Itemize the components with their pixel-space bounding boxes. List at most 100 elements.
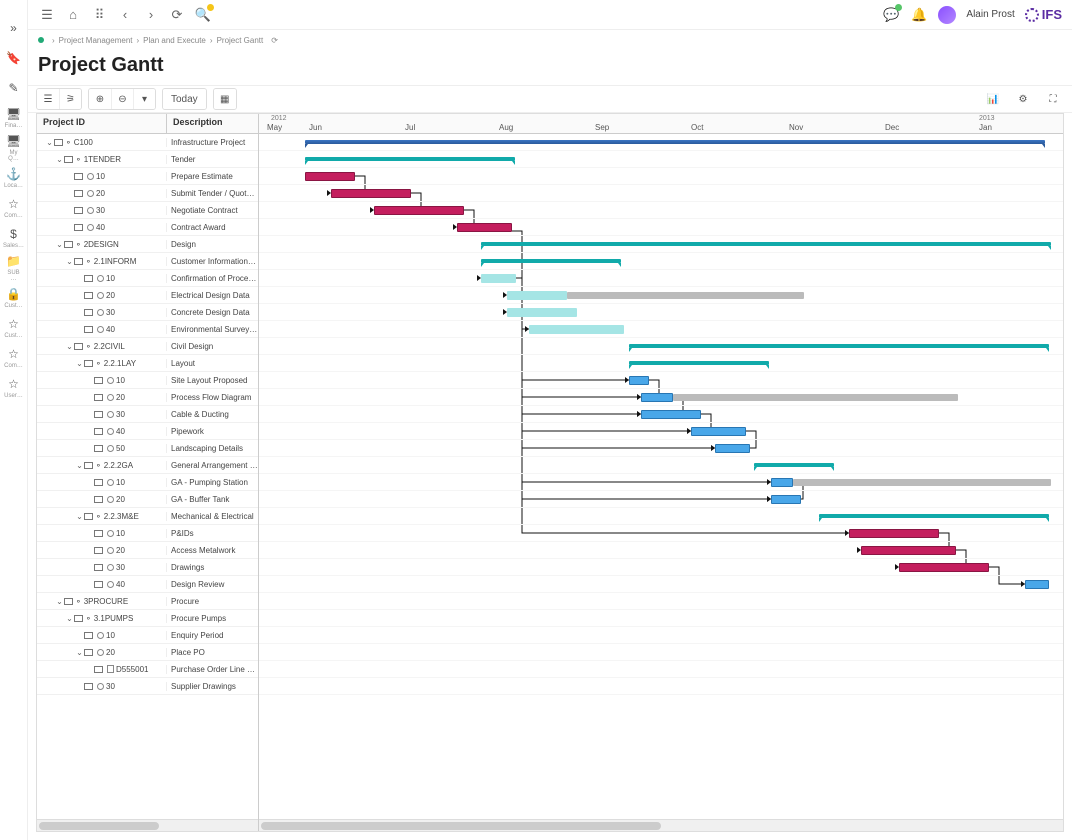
myq-icon[interactable]: 🖥My Q… — [6, 140, 22, 156]
gantt-bar[interactable] — [305, 172, 355, 181]
expand-toggle-icon[interactable]: ⌄ — [75, 359, 84, 368]
table-row[interactable]: ⌄⚬2.2.2GAGeneral Arrangement … — [37, 457, 258, 474]
cust2-icon[interactable]: ☆Cust… — [6, 320, 22, 336]
right-scrollbar[interactable] — [259, 819, 1063, 831]
gantt-bar[interactable] — [331, 189, 411, 198]
apps-icon[interactable]: ⠿ — [90, 6, 108, 24]
breadcrumb-item[interactable]: Project Management — [59, 36, 133, 45]
bell-icon[interactable]: 🔔 — [910, 6, 928, 24]
finance-icon[interactable]: 🖥Fina… — [6, 110, 22, 126]
zoom-out-icon[interactable]: ⊖ — [111, 89, 133, 109]
fullscreen-icon[interactable]: ⛶ — [1042, 89, 1064, 109]
table-row[interactable]: 10Enquiry Period — [37, 627, 258, 644]
expand-toggle-icon[interactable]: ⌄ — [55, 597, 64, 606]
table-row[interactable]: 10P&IDs — [37, 525, 258, 542]
expand-toggle-icon[interactable]: ⌄ — [75, 461, 84, 470]
table-row[interactable]: 50Landscaping Details — [37, 440, 258, 457]
expand-toggle-icon[interactable]: ⌄ — [55, 155, 64, 164]
column-header-description[interactable]: Description — [167, 114, 258, 133]
tool-list-icon[interactable]: ☰ — [37, 89, 59, 109]
gantt-body[interactable] — [259, 134, 1063, 819]
gantt-bar[interactable] — [771, 478, 793, 487]
chat-icon[interactable]: 💬 — [882, 6, 900, 24]
table-row[interactable]: 40Design Review — [37, 576, 258, 593]
table-row[interactable]: D555001Purchase Order Line Pa… — [37, 661, 258, 678]
table-row[interactable]: 20Process Flow Diagram — [37, 389, 258, 406]
left-scrollbar[interactable] — [37, 819, 258, 831]
table-row[interactable]: 10GA - Pumping Station — [37, 474, 258, 491]
gantt-bar[interactable] — [374, 206, 464, 215]
table-row[interactable]: 20Electrical Design Data — [37, 287, 258, 304]
table-row[interactable]: ⌄⚬C100Infrastructure Project — [37, 134, 258, 151]
gantt-bar[interactable] — [899, 563, 989, 572]
column-header-project-id[interactable]: Project ID — [37, 114, 167, 133]
avatar[interactable] — [938, 6, 956, 24]
chart-icon[interactable]: 📊 — [982, 89, 1004, 109]
table-row[interactable]: 20GA - Buffer Tank — [37, 491, 258, 508]
zoom-dropdown-icon[interactable]: ▾ — [133, 89, 155, 109]
gantt-bar[interactable] — [629, 344, 1049, 348]
table-row[interactable]: 10Site Layout Proposed — [37, 372, 258, 389]
com-icon[interactable]: ☆Com… — [6, 200, 22, 216]
table-row[interactable]: ⌄⚬1TENDERTender — [37, 151, 258, 168]
gantt-bar[interactable] — [481, 259, 621, 263]
nav-forward-icon[interactable]: › — [142, 6, 160, 24]
table-row[interactable]: ⌄⚬2.2CIVILCivil Design — [37, 338, 258, 355]
gantt-bar[interactable] — [507, 291, 567, 300]
gantt-bar[interactable] — [481, 274, 516, 283]
table-row[interactable]: 20Access Metalwork — [37, 542, 258, 559]
gantt-bar[interactable] — [819, 514, 1049, 518]
gantt-bar[interactable] — [641, 393, 673, 402]
gantt-bar[interactable] — [305, 140, 1045, 144]
user-icon[interactable]: ☆User… — [6, 380, 22, 396]
table-row[interactable]: 10Prepare Estimate — [37, 168, 258, 185]
menu-icon[interactable]: ☰ — [38, 6, 56, 24]
home-icon[interactable]: ⌂ — [64, 6, 82, 24]
table-row[interactable]: 30Supplier Drawings — [37, 678, 258, 695]
gantt-bar[interactable] — [1025, 580, 1049, 589]
expand-icon[interactable]: » — [6, 20, 22, 36]
breadcrumb-item[interactable]: Plan and Execute — [143, 36, 206, 45]
gear-icon[interactable]: ⚙ — [1012, 89, 1034, 109]
table-row[interactable]: 40Environmental Survey … — [37, 321, 258, 338]
gantt-bar[interactable] — [849, 529, 939, 538]
gantt-bar[interactable] — [691, 427, 746, 436]
gantt-bar[interactable] — [529, 325, 624, 334]
cust-icon[interactable]: 🔒Cust… — [6, 290, 22, 306]
table-row[interactable]: 40Contract Award — [37, 219, 258, 236]
com2-icon[interactable]: ☆Com… — [6, 350, 22, 366]
gantt-bar[interactable] — [861, 546, 956, 555]
gantt-bar[interactable] — [771, 495, 801, 504]
loca-icon[interactable]: ⚓Loca… — [6, 170, 22, 186]
table-row[interactable]: ⌄⚬3PROCUREProcure — [37, 593, 258, 610]
table-row[interactable]: 30Drawings — [37, 559, 258, 576]
gantt-bar[interactable] — [629, 376, 649, 385]
table-row[interactable]: ⌄⚬2.2.1LAYLayout — [37, 355, 258, 372]
gantt-bar[interactable] — [715, 444, 750, 453]
sub-icon[interactable]: 📁SUB … — [6, 260, 22, 276]
zoom-in-icon[interactable]: ⊕ — [89, 89, 111, 109]
expand-toggle-icon[interactable]: ⌄ — [65, 257, 74, 266]
gantt-bar[interactable] — [754, 463, 834, 467]
gantt-bar[interactable] — [507, 308, 577, 317]
bookmark-icon[interactable]: 🔖 — [6, 50, 22, 66]
gantt-bar[interactable] — [481, 242, 1051, 246]
expand-toggle-icon[interactable]: ⌄ — [75, 512, 84, 521]
expand-toggle-icon[interactable]: ⌄ — [75, 648, 84, 657]
table-row[interactable]: 30Negotiate Contract — [37, 202, 258, 219]
calendar-icon[interactable]: ▦ — [214, 89, 236, 109]
search-icon[interactable]: 🔍 — [194, 6, 212, 24]
table-row[interactable]: ⌄⚬2DESIGNDesign — [37, 236, 258, 253]
breadcrumb-item[interactable]: Project Gantt — [217, 36, 264, 45]
table-row[interactable]: ⌄20Place PO — [37, 644, 258, 661]
pencil-icon[interactable]: ✎ — [6, 80, 22, 96]
table-row[interactable]: 10Confirmation of Proces… — [37, 270, 258, 287]
table-row[interactable]: 20Submit Tender / Quotat… — [37, 185, 258, 202]
refresh-icon[interactable]: ⟳ — [168, 6, 186, 24]
expand-toggle-icon[interactable]: ⌄ — [65, 342, 74, 351]
sales-icon[interactable]: $Sales… — [6, 230, 22, 246]
gantt-bar[interactable] — [641, 410, 701, 419]
gantt-bar[interactable] — [305, 157, 515, 161]
table-row[interactable]: 30Concrete Design Data — [37, 304, 258, 321]
table-row[interactable]: 40Pipework — [37, 423, 258, 440]
